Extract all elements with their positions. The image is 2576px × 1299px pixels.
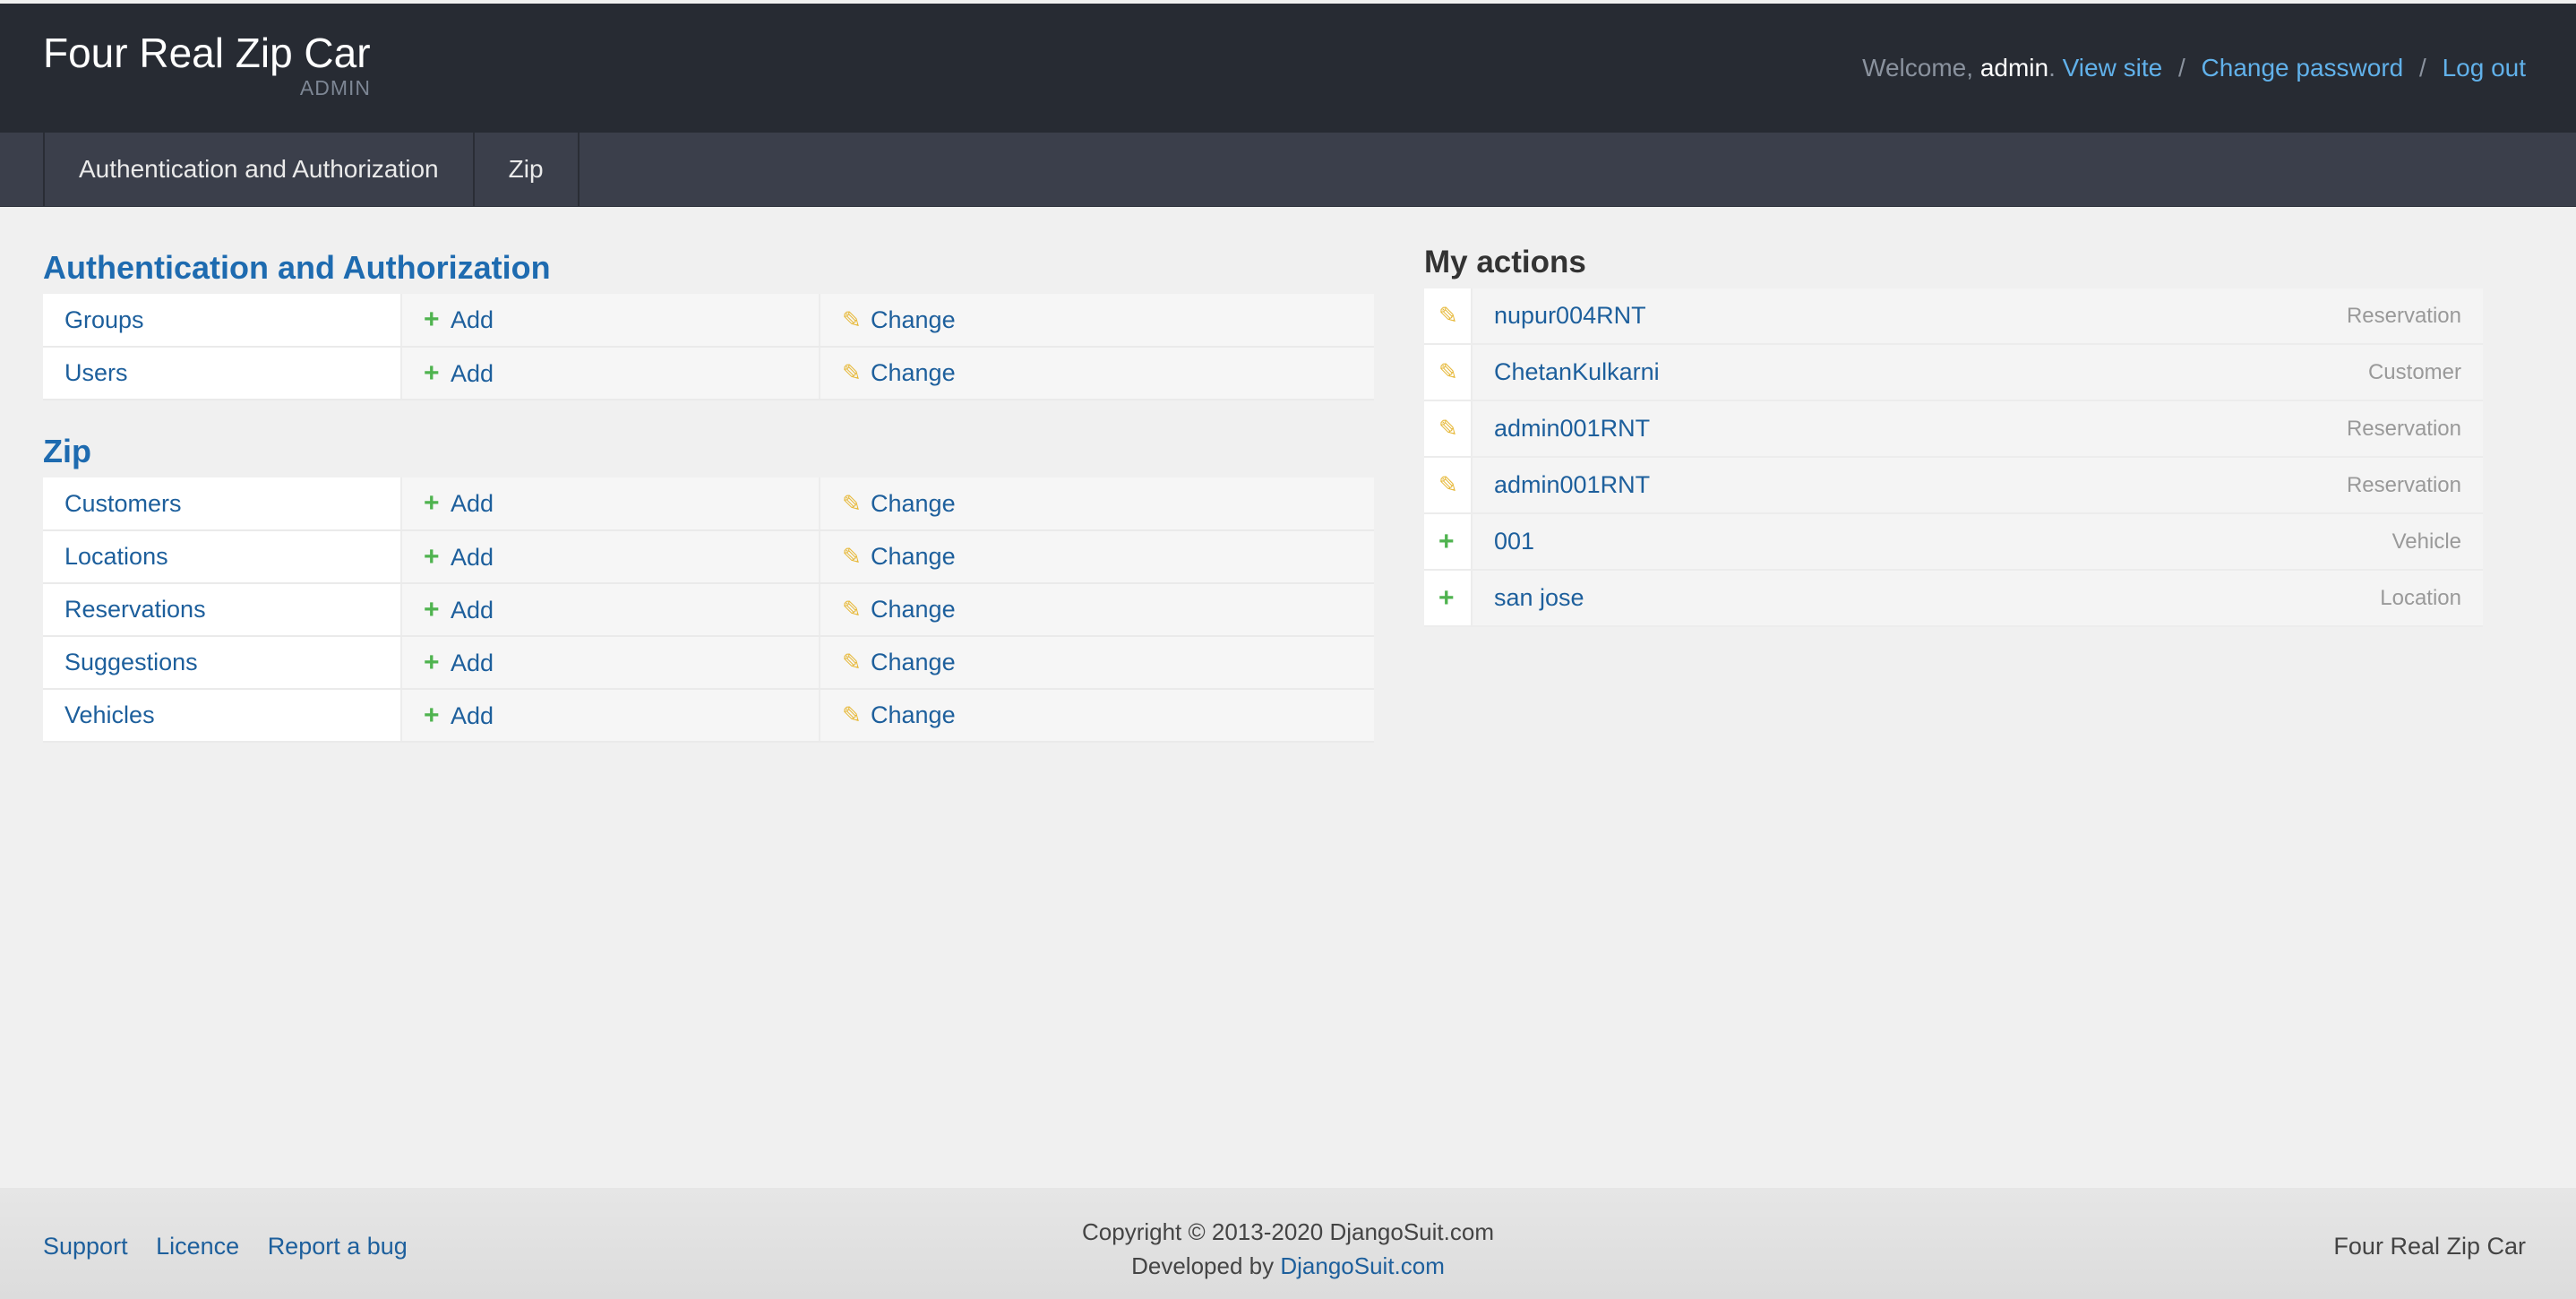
action-link[interactable]: 001 <box>1473 528 2392 555</box>
action-link[interactable]: admin001RNT <box>1473 415 2347 443</box>
pencil-icon: ✎ <box>842 701 862 728</box>
action-type: Reservation <box>2346 472 2461 497</box>
plus-icon: + <box>424 488 440 518</box>
list-item: ✎ admin001RNT Reservation <box>1424 401 2483 458</box>
footer-site-name: Four Real Zip Car <box>2333 1233 2526 1260</box>
app-list: Authentication and Authorization Groups … <box>43 245 1374 771</box>
action-type: Location <box>2380 585 2461 610</box>
table-row: Groups + Add ✎ Change <box>43 294 1374 348</box>
action-type: Customer <box>2367 359 2461 384</box>
user-tools: Welcome, admin. View site / Change passw… <box>1862 54 2526 82</box>
header: Four Real Zip Car ADMIN Welcome, admin. … <box>0 4 2576 133</box>
developed-by-text: Developed by <box>1131 1252 1275 1279</box>
recent-actions-title: My actions <box>1424 245 1586 280</box>
pencil-icon: ✎ <box>1438 358 1458 385</box>
module-title-auth[interactable]: Authentication and Authorization <box>43 245 1374 290</box>
change-link[interactable]: Change <box>871 306 956 333</box>
model-link-vehicles[interactable]: Vehicles <box>64 701 155 728</box>
add-link[interactable]: Add <box>451 306 494 333</box>
username: admin <box>1979 54 2049 82</box>
model-link-locations[interactable]: Locations <box>64 543 168 570</box>
module-title-zip[interactable]: Zip <box>43 429 1374 474</box>
plus-icon: + <box>424 647 440 677</box>
model-link-suggestions[interactable]: Suggestions <box>64 649 198 675</box>
change-link[interactable]: Change <box>871 543 956 570</box>
action-link[interactable]: admin001RNT <box>1473 471 2347 499</box>
table-row: Suggestions + Add ✎ Change <box>43 636 1374 690</box>
copyright-text: Copyright © 2013-2020 DjangoSuit.com <box>1082 1218 1494 1245</box>
separator: / <box>2419 54 2426 82</box>
module-table-auth: Groups + Add ✎ Change Users + Add ✎ Change <box>43 294 1374 400</box>
table-row: Users + Add ✎ Change <box>43 347 1374 400</box>
add-link[interactable]: Add <box>451 702 494 729</box>
table-row: Reservations + Add ✎ Change <box>43 583 1374 637</box>
change-link[interactable]: Change <box>871 490 956 517</box>
add-link[interactable]: Add <box>451 544 494 571</box>
table-row: Locations + Add ✎ Change <box>43 530 1374 584</box>
change-link[interactable]: Change <box>871 596 956 623</box>
pencil-icon: ✎ <box>842 489 862 517</box>
pencil-icon: ✎ <box>1438 471 1458 498</box>
change-link[interactable]: Change <box>871 359 956 386</box>
plus-icon: + <box>424 541 440 572</box>
plus-icon: + <box>424 357 440 388</box>
actions-list: ✎ nupur004RNT Reservation ✎ ChetanKulkar… <box>1424 288 2483 627</box>
change-link[interactable]: Change <box>871 701 956 728</box>
footer: Support Licence Report a bug Copyright ©… <box>0 1188 2576 1299</box>
logout-link[interactable]: Log out <box>2443 54 2526 82</box>
pencil-icon: ✎ <box>842 596 862 623</box>
add-link[interactable]: Add <box>451 650 494 676</box>
list-item: ✎ nupur004RNT Reservation <box>1424 288 2483 345</box>
add-link[interactable]: Add <box>451 597 494 624</box>
action-link[interactable]: ChetanKulkarni <box>1473 358 2368 386</box>
model-link-customers[interactable]: Customers <box>64 490 182 517</box>
model-link-users[interactable]: Users <box>64 359 128 386</box>
list-item: ✎ ChetanKulkarni Customer <box>1424 345 2483 401</box>
separator: / <box>2177 54 2185 82</box>
username-suffix: . <box>2048 54 2056 82</box>
pencil-icon: ✎ <box>842 305 862 333</box>
change-password-link[interactable]: Change password <box>2202 54 2404 82</box>
pencil-icon: ✎ <box>842 543 862 570</box>
developer-link[interactable]: DjangoSuit.com <box>1280 1252 1445 1279</box>
action-link[interactable]: nupur004RNT <box>1473 302 2347 330</box>
branding: Four Real Zip Car ADMIN <box>43 29 371 100</box>
footer-copyright: Copyright © 2013-2020 DjangoSuit.com Dev… <box>0 1215 2576 1283</box>
plus-icon: + <box>1438 526 1455 556</box>
pencil-icon: ✎ <box>1438 415 1458 442</box>
list-item: + san jose Location <box>1424 571 2483 627</box>
action-link[interactable]: san jose <box>1473 584 2380 612</box>
pencil-icon: ✎ <box>842 359 862 386</box>
add-link[interactable]: Add <box>451 490 494 517</box>
list-item: ✎ admin001RNT Reservation <box>1424 458 2483 514</box>
action-type: Reservation <box>2346 416 2461 441</box>
list-item: + 001 Vehicle <box>1424 514 2483 571</box>
pencil-icon: ✎ <box>842 649 862 675</box>
plus-icon: + <box>424 700 440 730</box>
site-title[interactable]: Four Real Zip Car <box>43 29 371 78</box>
change-link[interactable]: Change <box>871 649 956 675</box>
plus-icon: + <box>1438 582 1455 613</box>
site-subtitle: ADMIN <box>299 76 371 100</box>
table-row: Customers + Add ✎ Change <box>43 477 1374 531</box>
action-type: Vehicle <box>2391 529 2461 554</box>
menu-item-auth[interactable]: Authentication and Authorization <box>43 133 473 206</box>
module-table-zip: Customers + Add ✎ Change Locations + Add ✎ C… <box>43 477 1374 743</box>
recent-actions: My actions ✎ nupur004RNT Reservation ✎ C… <box>1424 240 2483 627</box>
action-type: Reservation <box>2346 303 2461 328</box>
plus-icon: + <box>424 594 440 624</box>
menu-item-zip[interactable]: Zip <box>472 133 580 206</box>
model-link-reservations[interactable]: Reservations <box>64 596 206 623</box>
welcome-text: Welcome, <box>1862 54 1974 82</box>
model-link-groups[interactable]: Groups <box>64 306 144 333</box>
pencil-icon: ✎ <box>1438 302 1458 329</box>
view-site-link[interactable]: View site <box>2063 54 2163 82</box>
add-link[interactable]: Add <box>451 360 494 387</box>
table-row: Vehicles + Add ✎ Change <box>43 689 1374 743</box>
plus-icon: + <box>424 305 440 334</box>
main-menu: Authentication and Authorization Zip <box>0 133 2576 207</box>
